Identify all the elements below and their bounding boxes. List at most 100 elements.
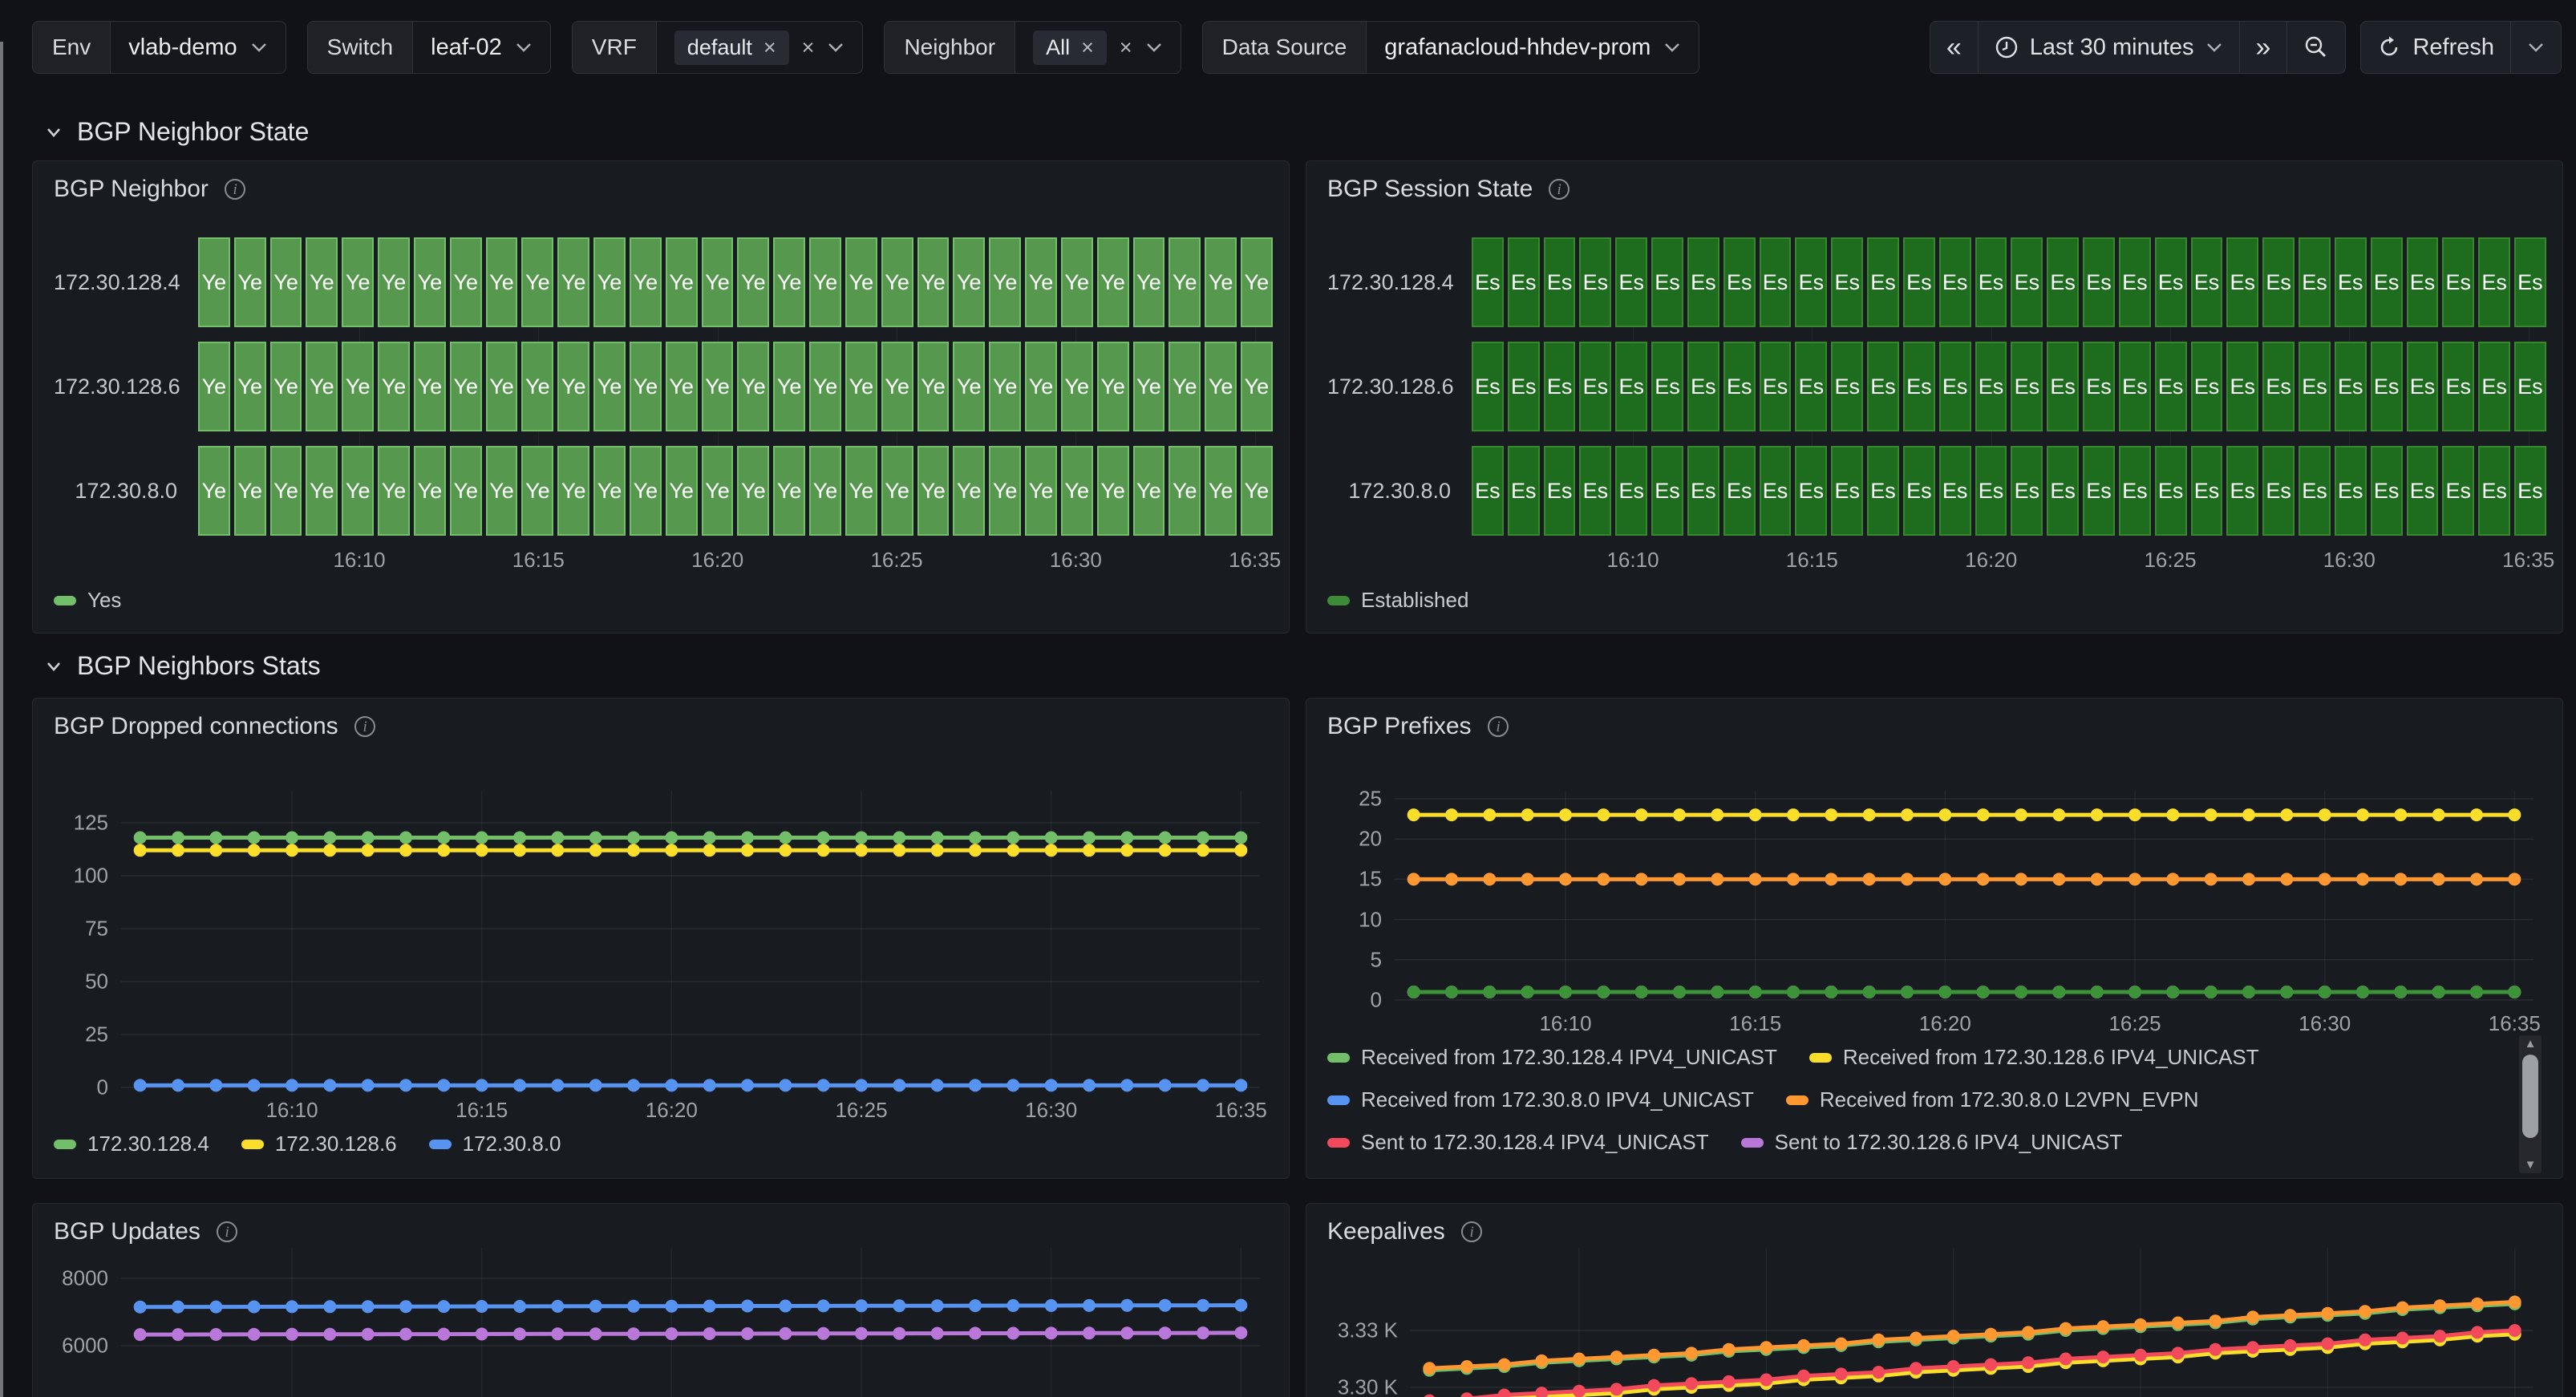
data-point [2432,986,2445,998]
state-cell: Ye [666,342,698,431]
row-bgp-neighbors-stats[interactable]: BGP Neighbors Stats [45,651,321,681]
state-cell: Ye [809,342,841,431]
filter-vrf-value[interactable]: default × × [657,22,863,73]
state-cell: Ye [809,237,841,327]
double-chevron-left-icon: « [1946,32,1962,63]
data-point [1083,1079,1096,1091]
filter-neighbor-tag[interactable]: All × [1033,30,1107,65]
legend-item[interactable]: 172.30.128.4 [54,1132,209,1156]
state-cell: Ye [845,446,877,536]
state-cell: Es [2371,237,2403,327]
clear-filter-icon[interactable]: × [802,37,815,59]
data-point [1234,1326,1247,1339]
info-icon[interactable]: i [353,715,377,739]
state-cell: Ye [1169,342,1201,431]
state-cell: Es [2335,342,2367,431]
state-cell: Es [2155,237,2187,327]
data-point [931,832,944,844]
legend-scrollbar[interactable]: ▲▼ [2519,1035,2542,1173]
scrollbar-thumb[interactable] [2522,1055,2538,1138]
svg-text:i: i [225,1224,229,1241]
y-axis-tick-label: 8000 [41,1266,108,1291]
info-icon[interactable]: i [223,177,247,201]
legend-item[interactable]: Received from 172.30.128.4 IPV4_UNICAST [1327,1045,1777,1070]
info-icon[interactable]: i [1547,177,1571,201]
state-cell: Ye [270,237,302,327]
scroll-up-icon[interactable]: ▲ [2519,1037,2542,1051]
state-cell: Es [1615,446,1647,536]
legend-item[interactable]: Received from 172.30.8.0 L2VPN_EVPN [1786,1087,2199,1112]
state-cell: Ye [1061,237,1093,327]
data-point [476,844,488,856]
legend-item[interactable]: 172.30.8.0 [429,1132,561,1156]
state-cell: Es [1939,342,1971,431]
data-point [1597,986,1610,998]
legend-item[interactable]: Established [1327,588,1468,613]
state-cell: Es [1651,446,1683,536]
panel-title-text: BGP Updates [54,1218,200,1245]
data-point [323,844,336,856]
panel-header[interactable]: Keepalives i [1327,1218,1484,1245]
state-cell: Es [1795,342,1827,431]
info-icon[interactable]: i [1460,1220,1484,1244]
data-point [1597,873,1610,885]
filter-env-value[interactable]: vlab-demo [111,22,285,73]
filter-datasource-value[interactable]: grafanacloud-hhdev-prom [1367,22,1699,73]
clear-filter-icon[interactable]: × [1120,37,1132,59]
legend-item[interactable]: Sent to 172.30.128.4 IPV4_UNICAST [1327,1130,1709,1155]
info-icon[interactable]: i [1486,715,1510,739]
data-point [2052,873,2065,885]
filter-neighbor[interactable]: Neighbor All × × [884,21,1181,74]
legend-item[interactable]: Yes [54,588,121,613]
time-tick-label: 16:25 [870,548,922,573]
panel-header[interactable]: BGP Updates i [54,1218,239,1245]
filter-datasource[interactable]: Data Source grafanacloud-hhdev-prom [1202,21,1700,74]
panel-legend: 172.30.128.4 172.30.128.6 172.30.8.0 [54,1132,561,1156]
time-range-picker[interactable]: Last 30 minutes [1978,22,2239,73]
panel-header[interactable]: BGP Neighbor i [54,176,247,203]
y-axis-tick-label: 6000 [41,1334,108,1359]
zoom-out-time-button[interactable] [2286,22,2345,73]
filter-switch[interactable]: Switch leaf-02 [307,21,551,74]
data-point [1635,986,1648,998]
panel-header[interactable]: BGP Prefixes i [1327,713,1510,740]
data-point [476,832,488,844]
legend-item[interactable]: Sent to 172.30.128.6 IPV4_UNICAST [1741,1130,2123,1155]
state-cell: Es [2191,237,2223,327]
data-point [893,844,905,856]
filter-vrf-tag[interactable]: default × [674,30,789,65]
state-cell: Ye [342,237,374,327]
filter-vrf[interactable]: VRF default × × [572,21,864,74]
state-cell: Ye [557,237,589,327]
legend-item[interactable]: Received from 172.30.128.6 IPV4_UNICAST [1809,1045,2259,1070]
data-point [2242,986,2255,998]
remove-tag-icon[interactable]: × [1081,37,1094,59]
filter-env[interactable]: Env vlab-demo [32,21,286,74]
time-shift-back-button[interactable]: « [1930,22,1978,73]
data-point [1825,986,1837,998]
time-tick-label: 16:35 [1229,548,1281,573]
remove-tag-icon[interactable]: × [763,37,776,59]
scroll-down-icon[interactable]: ▼ [2519,1158,2542,1172]
legend-item[interactable]: Received from 172.30.8.0 IPV4_UNICAST [1327,1087,1754,1112]
data-point [437,1079,450,1091]
row-bgp-neighbor-state[interactable]: BGP Neighbor State [45,117,309,147]
state-cell: Es [1579,237,1611,327]
panel-header[interactable]: BGP Session State i [1327,176,1571,203]
data-point [362,1300,375,1313]
refresh-button[interactable]: Refresh [2361,22,2510,73]
panel-header[interactable]: BGP Dropped connections i [54,713,377,740]
data-point [2242,873,2255,885]
refresh-interval-dropdown[interactable] [2510,22,2561,73]
legend-swatch [1327,1138,1350,1148]
data-point [513,1079,526,1091]
time-shift-forward-button[interactable]: » [2239,22,2287,73]
filter-switch-value[interactable]: leaf-02 [413,22,550,73]
data-point [437,844,450,856]
filter-neighbor-value[interactable]: All × × [1015,22,1181,73]
info-icon[interactable]: i [215,1220,239,1244]
state-cell: Ye [1169,237,1201,327]
state-cell: Es [2226,342,2258,431]
legend-item[interactable]: 172.30.128.6 [241,1132,397,1156]
chevron-down-icon [2527,42,2545,53]
